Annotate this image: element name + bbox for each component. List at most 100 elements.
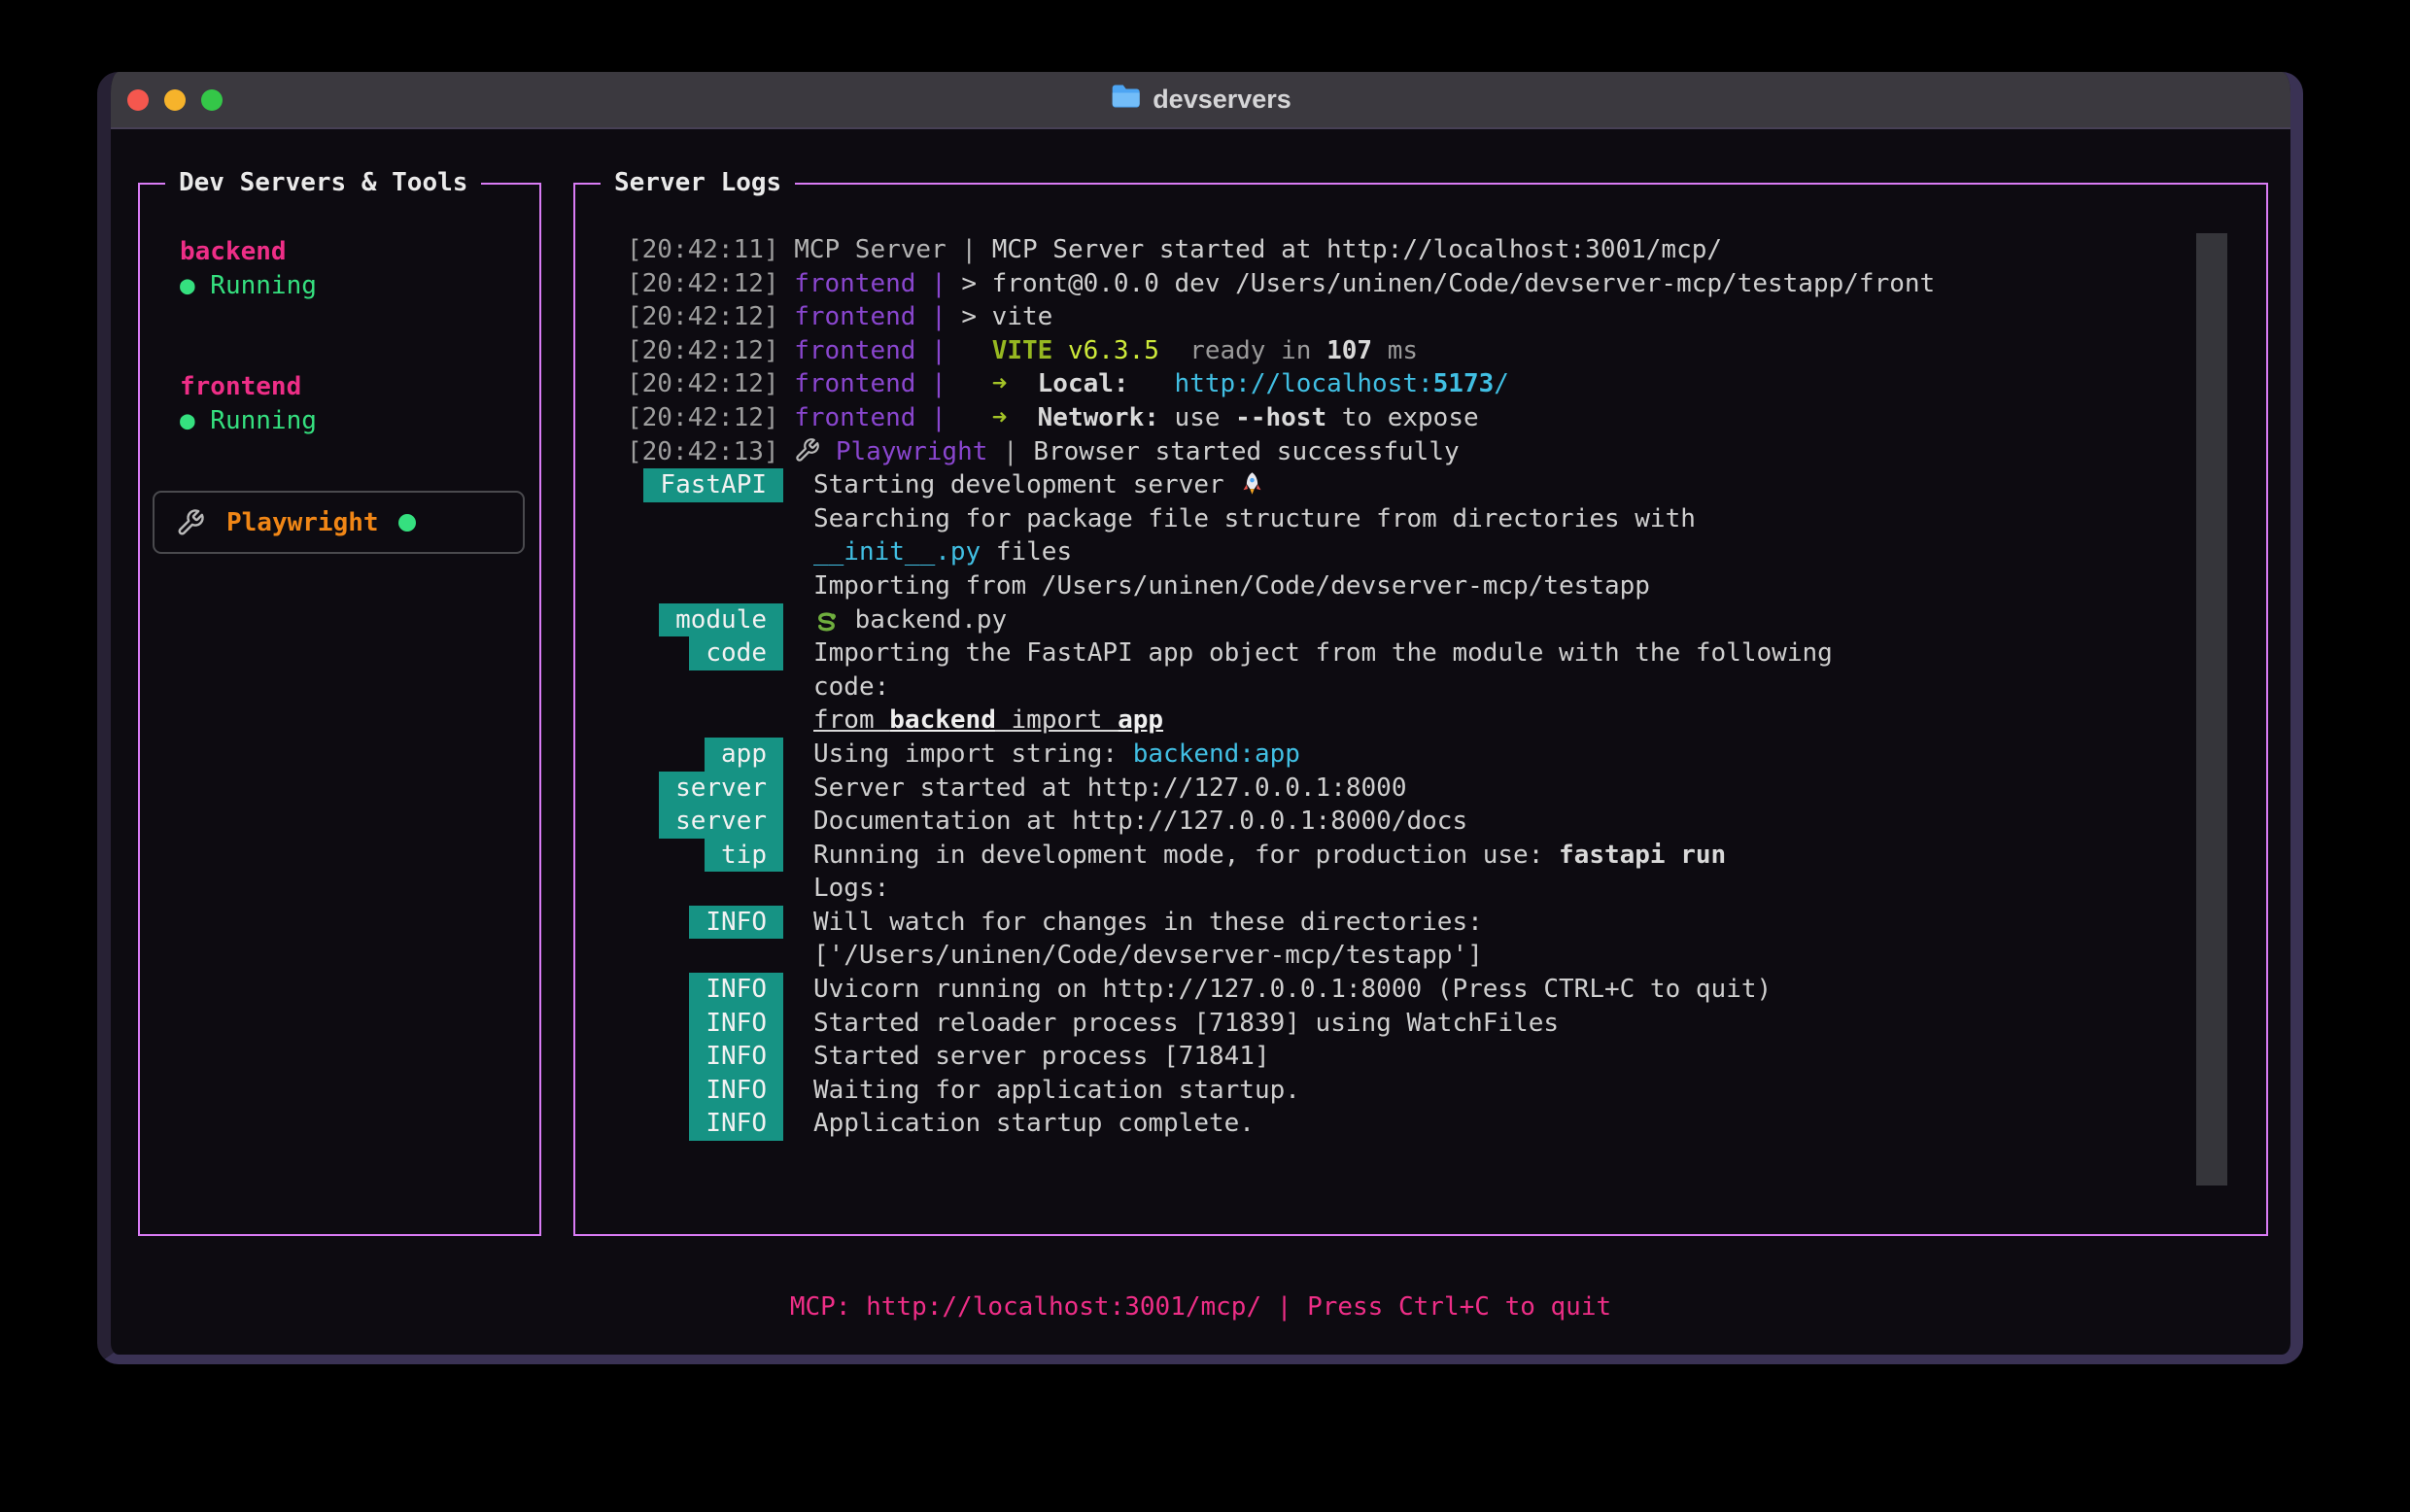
log-gutter xyxy=(627,569,783,603)
log-text: __init__.py files xyxy=(813,535,1072,569)
titlebar[interactable]: devservers xyxy=(111,72,2290,129)
wrench-icon xyxy=(176,508,205,537)
log-line: INFO Waiting for application startup. xyxy=(627,1074,2266,1108)
log-gutter xyxy=(627,535,783,569)
log-badge: INFO xyxy=(689,1007,783,1041)
zoom-button[interactable] xyxy=(201,89,223,111)
log-line: ['/Users/uninen/Code/devserver-mcp/testa… xyxy=(627,939,2266,973)
close-button[interactable] xyxy=(127,89,149,111)
log-badge: INFO xyxy=(689,1074,783,1108)
server-item[interactable]: frontend● Running xyxy=(180,370,317,437)
log-gutter: INFO xyxy=(627,906,783,940)
log-gutter: INFO xyxy=(627,1107,783,1141)
traffic-lights xyxy=(111,89,223,111)
log-badge: server xyxy=(659,805,783,839)
dev-servers-panel: Dev Servers & Tools backend● Runningfron… xyxy=(138,183,541,1236)
log-gutter xyxy=(627,939,783,973)
log-gutter: server xyxy=(627,772,783,806)
log-text: code: xyxy=(813,670,889,704)
window-body: Dev Servers & Tools backend● Running fron… xyxy=(111,129,2290,1355)
log-line: [20:42:12] frontend | > vite xyxy=(627,300,2266,334)
screen: { "window": { "title": "devservers", "tr… xyxy=(0,0,2410,1512)
window-title: devservers xyxy=(1153,85,1291,115)
log-line: [20:42:11] MCP Server | MCP Server start… xyxy=(627,233,2266,267)
log-gutter: code xyxy=(627,636,783,670)
log-badge: module xyxy=(659,603,783,637)
log-text: backend.py xyxy=(813,603,1007,637)
log-line: code: xyxy=(627,670,2266,704)
log-line: Searching for package file structure fro… xyxy=(627,502,2266,536)
log-text: Documentation at http://127.0.0.1:8000/d… xyxy=(813,805,1467,839)
log-text: [20:42:12] frontend | ➜ Network: use --h… xyxy=(627,401,1479,435)
scrollbar-thumb[interactable] xyxy=(2196,233,2227,1186)
log-text: Started reloader process [71839] using W… xyxy=(813,1007,1559,1041)
log-badge: INFO xyxy=(689,973,783,1007)
log-line: [20:42:12] frontend | VITE v6.3.5 ready … xyxy=(627,334,2266,368)
log-badge: INFO xyxy=(689,1040,783,1074)
log-viewport[interactable]: [20:42:11] MCP Server | MCP Server start… xyxy=(575,185,2266,1141)
log-text: Using import string: backend:app xyxy=(813,738,1300,772)
log-gutter: app xyxy=(627,738,783,772)
status-dot: ● xyxy=(180,406,195,435)
server-logs-panel-title: Server Logs xyxy=(601,166,795,200)
log-gutter xyxy=(627,502,783,536)
log-text: [20:42:13] Playwright | Browser started … xyxy=(627,435,1460,469)
server-logs-panel: Server Logs [20:42:11] MCP Server | MCP … xyxy=(573,183,2268,1236)
wrench-icon xyxy=(794,437,820,466)
server-name: frontend xyxy=(180,370,317,404)
log-text: [20:42:12] frontend | > vite xyxy=(627,300,1052,334)
log-gutter: module xyxy=(627,603,783,637)
log-line: [20:42:12] frontend | > front@0.0.0 dev … xyxy=(627,267,2266,301)
log-line: tipRunning in development mode, for prod… xyxy=(627,839,2266,873)
log-line: module backend.py xyxy=(627,603,2266,637)
log-line: INFOApplication startup complete. xyxy=(627,1107,2266,1141)
log-line: [20:42:12] frontend | ➜ Network: use --h… xyxy=(627,401,2266,435)
log-text: [20:42:12] frontend | VITE v6.3.5 ready … xyxy=(627,334,1418,368)
log-text: Waiting for application startup. xyxy=(813,1074,1300,1108)
terminal-window: devservers Dev Servers & Tools backend● … xyxy=(97,72,2303,1364)
log-text: Will watch for changes in these director… xyxy=(813,906,1483,940)
log-gutter xyxy=(627,670,783,704)
playwright-tool[interactable]: Playwright xyxy=(153,491,525,554)
log-badge: server xyxy=(659,772,783,806)
log-text: Uvicorn running on http://127.0.0.1:8000… xyxy=(813,973,1772,1007)
folder-icon xyxy=(1110,84,1141,117)
log-line: [20:42:13] Playwright | Browser started … xyxy=(627,435,2266,469)
log-badge: FastAPI xyxy=(643,468,783,502)
log-text: from backend import app xyxy=(813,704,1163,738)
server-name: backend xyxy=(180,235,317,269)
snake-icon xyxy=(813,605,840,635)
log-line: from backend import app xyxy=(627,704,2266,738)
log-line: INFO Will watch for changes in these dire… xyxy=(627,906,2266,940)
minimize-button[interactable] xyxy=(164,89,186,111)
log-gutter: INFO xyxy=(627,973,783,1007)
log-gutter: server xyxy=(627,805,783,839)
log-line: [20:42:12] frontend | ➜ Local: http://lo… xyxy=(627,367,2266,401)
log-badge: INFO xyxy=(689,906,783,940)
log-gutter: FastAPI xyxy=(627,468,783,502)
log-gutter: INFO xyxy=(627,1007,783,1041)
server-item[interactable]: backend● Running xyxy=(180,235,317,302)
log-text: Server started at http://127.0.0.1:8000 xyxy=(813,772,1406,806)
server-status: ● Running xyxy=(180,269,317,303)
log-line: FastAPIStarting development server xyxy=(627,468,2266,502)
log-text: Importing the FastAPI app object from th… xyxy=(813,636,1833,670)
log-gutter xyxy=(627,872,783,906)
log-line: Importing from /Users/uninen/Code/devser… xyxy=(627,569,2266,603)
log-gutter: INFO xyxy=(627,1074,783,1108)
log-text: [20:42:12] frontend | ➜ Local: http://lo… xyxy=(627,367,1509,401)
log-text: Importing from /Users/uninen/Code/devser… xyxy=(813,569,1650,603)
status-bar: MCP: http://localhost:3001/mcp/ | Press … xyxy=(111,1290,2290,1324)
dev-servers-panel-title: Dev Servers & Tools xyxy=(165,166,481,200)
log-badge: code xyxy=(689,636,783,670)
log-badge: app xyxy=(705,738,783,772)
log-text: ['/Users/uninen/Code/devserver-mcp/testa… xyxy=(813,939,1483,973)
log-line: INFO Uvicorn running on http://127.0.0.1:… xyxy=(627,973,2266,1007)
log-gutter xyxy=(627,704,783,738)
log-line: app Using import string: backend:app xyxy=(627,738,2266,772)
log-text: [20:42:11] MCP Server | MCP Server start… xyxy=(627,233,1722,267)
log-text: [20:42:12] frontend | > front@0.0.0 dev … xyxy=(627,267,1935,301)
tool-status-dot xyxy=(398,514,416,532)
rocket-icon xyxy=(1239,470,1265,499)
log-text: Logs: xyxy=(813,872,889,906)
